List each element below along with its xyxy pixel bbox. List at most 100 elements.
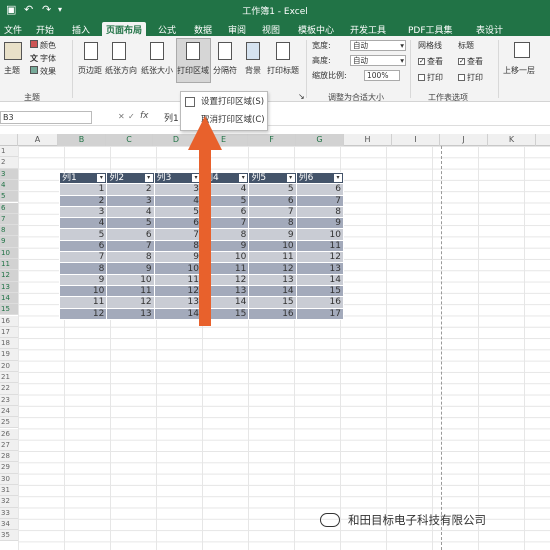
tab-page-layout[interactable]: 页面布局 (102, 22, 147, 36)
print-titles-icon[interactable] (276, 42, 290, 60)
margins-button[interactable]: 页边距 (78, 65, 102, 76)
colors-button[interactable]: 颜色 (40, 40, 56, 51)
cancel-icon[interactable]: ✕ (118, 112, 125, 121)
row-header[interactable]: 25 (0, 417, 18, 429)
tab-formulas[interactable]: 公式 (154, 22, 180, 36)
checkbox-icon[interactable] (458, 74, 465, 81)
table-cell[interactable]: 9 (58, 273, 108, 286)
table-cell[interactable]: 6 (248, 194, 297, 207)
row-header[interactable]: 28 (0, 451, 18, 463)
column-header-c[interactable]: C (106, 134, 153, 146)
formula-input[interactable]: 列1 (164, 111, 179, 124)
row-header[interactable]: 33 (0, 507, 18, 519)
row-header[interactable]: 7 (0, 213, 18, 226)
table-cell[interactable]: 5 (58, 228, 108, 241)
row-header[interactable]: 4 (0, 179, 18, 192)
table-cell[interactable]: 10 (58, 284, 108, 298)
row-header[interactable]: 12 (0, 270, 18, 282)
table-cell[interactable]: 7 (106, 239, 155, 253)
table-cell[interactable]: 10 (248, 239, 297, 253)
scale-input[interactable]: 100% (364, 70, 400, 81)
paper-size-button[interactable]: 纸张大小 (141, 65, 173, 76)
table-cell[interactable]: 12 (248, 262, 297, 275)
row-header[interactable]: 19 (0, 349, 18, 361)
orientation-icon[interactable] (112, 42, 126, 60)
table-cell[interactable]: 1 (58, 183, 108, 196)
table-cell[interactable]: 11 (58, 296, 108, 309)
effects-button[interactable]: 效果 (40, 66, 56, 77)
row-header[interactable]: 24 (0, 405, 18, 418)
table-cell[interactable]: 9 (295, 217, 345, 230)
table-cell[interactable]: 10 (295, 228, 345, 241)
row-header[interactable]: 30 (0, 473, 18, 485)
row-header[interactable]: 26 (0, 428, 18, 440)
background-button[interactable]: 背景 (245, 65, 261, 76)
bring-forward-icon[interactable] (514, 42, 530, 58)
row-header[interactable]: 5 (0, 191, 18, 203)
breaks-icon[interactable] (218, 42, 232, 60)
table-cell[interactable]: 6 (106, 228, 155, 241)
row-header[interactable]: 29 (0, 462, 18, 474)
tab-home[interactable]: 开始 (32, 22, 58, 36)
row-header[interactable]: 18 (0, 338, 18, 350)
table-cell[interactable]: 13 (106, 307, 155, 320)
themes-button-label[interactable]: 主题 (4, 65, 20, 76)
breaks-button[interactable]: 分隔符 (213, 65, 237, 76)
print-titles-button[interactable]: 打印标题 (267, 65, 299, 76)
themes-icon[interactable] (4, 42, 22, 60)
table-cell[interactable]: 3 (106, 194, 155, 207)
row-header[interactable]: 31 (0, 485, 18, 497)
table-cell[interactable]: 13 (248, 273, 297, 286)
select-all-corner[interactable] (0, 134, 18, 146)
table-cell[interactable]: 4 (106, 205, 155, 219)
tab-file[interactable]: 文件 (0, 22, 26, 36)
width-dropdown[interactable]: 自动 ▾ (350, 40, 406, 51)
table-cell[interactable]: 8 (295, 205, 345, 219)
column-header-a[interactable]: A (18, 134, 58, 146)
tab-table-design[interactable]: 表设计 (472, 22, 507, 36)
table-cell[interactable]: 6 (295, 183, 345, 196)
row-header[interactable]: 9 (0, 236, 18, 248)
height-dropdown[interactable]: 自动 ▾ (350, 55, 406, 66)
table-cell[interactable]: 14 (295, 273, 345, 286)
filter-dropdown-icon[interactable]: ▾ (97, 174, 106, 182)
row-header[interactable]: 27 (0, 439, 18, 452)
table-header-cell[interactable]: 列5 ▾ (248, 171, 297, 185)
filter-dropdown-icon[interactable]: ▾ (239, 174, 248, 182)
gridlines-print-checkbox[interactable]: 打印 (418, 72, 443, 83)
row-header[interactable]: 14 (0, 292, 18, 305)
row-header[interactable]: 16 (0, 315, 18, 327)
set-print-area-menu-item[interactable]: 设置打印区域(S) (181, 94, 267, 111)
row-header[interactable]: 2 (0, 157, 18, 169)
tab-view[interactable]: 视图 (258, 22, 284, 36)
row-header[interactable]: 32 (0, 496, 18, 508)
column-header-k[interactable]: K (488, 134, 536, 146)
tab-data[interactable]: 数据 (190, 22, 216, 36)
paper-size-icon[interactable] (150, 42, 164, 60)
row-header[interactable]: 13 (0, 281, 18, 293)
table-cell[interactable]: 15 (248, 296, 297, 309)
checkbox-checked-icon[interactable]: ✓ (418, 58, 425, 65)
checkbox-icon[interactable] (418, 74, 425, 81)
filter-dropdown-icon[interactable]: ▾ (286, 174, 295, 182)
table-cell[interactable]: 5 (248, 183, 297, 196)
table-cell[interactable]: 8 (58, 262, 108, 275)
table-cell[interactable]: 9 (106, 262, 155, 275)
table-cell[interactable]: 16 (295, 296, 345, 309)
row-header[interactable]: 17 (0, 326, 18, 339)
row-header[interactable]: 21 (0, 372, 18, 384)
row-header[interactable]: 22 (0, 383, 18, 395)
table-cell[interactable]: 12 (58, 307, 108, 320)
column-header-j[interactable]: J (440, 134, 488, 146)
headings-print-checkbox[interactable]: 打印 (458, 72, 483, 83)
row-header[interactable]: 10 (0, 247, 18, 259)
row-header[interactable]: 34 (0, 518, 18, 531)
table-cell[interactable]: 17 (295, 307, 345, 320)
column-header-f[interactable]: F (248, 134, 296, 146)
filter-dropdown-icon[interactable]: ▾ (144, 174, 153, 182)
table-cell[interactable]: 13 (295, 262, 345, 275)
table-cell[interactable]: 7 (58, 251, 108, 264)
table-cell[interactable]: 5 (106, 217, 155, 230)
table-cell[interactable]: 2 (106, 183, 155, 196)
table-cell[interactable]: 7 (248, 205, 297, 219)
